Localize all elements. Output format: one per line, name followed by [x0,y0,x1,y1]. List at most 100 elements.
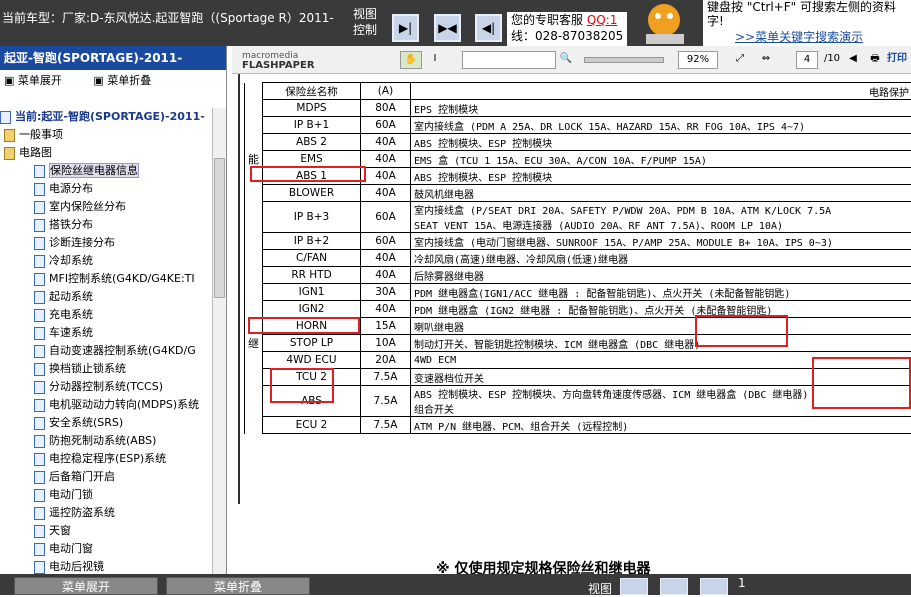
menu-item-label: 自动变速器控制系统(G4KD/G [49,344,196,357]
amp-cell: 30A [361,284,411,301]
text-select-icon[interactable]: I [428,51,442,69]
hand-tool-icon[interactable]: ✋ [400,51,422,69]
name-cell: ECU 2 [263,417,361,434]
page-number-field[interactable]: 4 [796,51,818,69]
find-input[interactable] [462,51,556,69]
menu-item[interactable]: 电源分布 [0,180,212,198]
highlight-stop-lp [248,317,360,334]
fit-width-icon[interactable]: ⤢ [732,51,748,69]
menu-item-label: 诊断连接分布 [49,236,115,249]
desc-cell: 室内接线盒 (PDM A 25A、DR LOCK 15A、HAZARD 15A、… [414,122,805,133]
name-cell: IP B+3 [263,202,361,233]
menu-item-label: 分动器控制系统(TCCS) [49,380,163,393]
bottom-expand-button[interactable]: 菜单展开 [14,577,158,595]
amp-cell: 10A [361,335,411,352]
menu-item[interactable]: MFI控制系统(G4KD/G4KE:TI [0,270,212,288]
document-icon [34,183,45,196]
sidebar-scrollbar[interactable] [212,108,226,574]
last-page-button[interactable]: ▶| [392,14,419,42]
highlight-dbc-relay-1 [695,315,788,347]
menu-item[interactable]: 自动变速器控制系统(G4KD/G [0,342,212,360]
document-icon [0,111,11,124]
header-desc: 电路保护 [411,83,911,100]
highlight-dbc-relay-2 [812,357,911,409]
fit-page-icon[interactable]: ⇔ [758,51,774,69]
menu-item[interactable]: 诊断连接分布 [0,234,212,252]
bottom-first-button[interactable] [700,578,728,595]
menu-item[interactable]: 遥控防盗系统 [0,504,212,522]
document-icon [34,327,45,340]
bottom-collapse-button[interactable]: 菜单折叠 [166,577,310,595]
desc-cell: PDM 继电器盒(IGN1/ACC 继电器 : 配备智能钥匙)、点火开关 (未配… [414,289,790,300]
menu-item[interactable]: 搭铁分布 [0,216,212,234]
expand-menu-link[interactable]: ▣ 菜单展开 [4,74,76,87]
menu-item[interactable]: 电动后视镜 [0,558,212,574]
document-icon [34,453,45,466]
qq-link[interactable]: QQ:1 [587,13,618,27]
menu-item[interactable]: 后备箱门开启 [0,468,212,486]
scroll-thumb[interactable] [214,158,225,298]
menu-item-label: 保险丝继电器信息 [49,163,139,178]
page-total: /10 [820,51,844,69]
amp-cell: 7.5A [361,369,411,386]
prev-page-icon[interactable]: ◀ [846,51,860,69]
header-amp: (A) [361,83,411,100]
zoom-slider[interactable] [584,57,664,63]
desc-cell: 制动灯开关、智能钥匙控制模块、ICM 继电器盒 (DBC 继电器) [414,340,700,351]
menu-item[interactable]: 电动门窗 [0,540,212,558]
menu-item[interactable]: 电路图 [0,144,212,162]
bottom-bar: 菜单展开 菜单折叠 视图 1 [0,574,911,595]
menu-item[interactable]: 防抱死制动系统(ABS) [0,432,212,450]
menu-item[interactable]: 保险丝继电器信息 [0,162,212,180]
print-button[interactable]: 打印 [884,51,910,69]
bottom-last-button[interactable] [620,578,648,595]
zoom-field[interactable]: 92% [678,51,718,69]
search-demo-link[interactable]: >>菜单关键字搜索演示 [735,30,907,44]
menu-item[interactable]: 分动器控制系统(TCCS) [0,378,212,396]
menu-item-label: 电源分布 [49,182,93,195]
document-icon [34,237,45,250]
menu-item[interactable]: 电动门锁 [0,486,212,504]
menu-item[interactable]: 天窗 [0,522,212,540]
menu-item-label: 电动门窗 [49,542,93,555]
fit-page-button[interactable]: ▶◀ [434,14,461,42]
menu-item-label: 室内保险丝分布 [49,200,126,213]
desc-cell: EMS 盒 (TCU 1 15A、ECU 30A、A/CON 10A、F/PUM… [414,156,707,167]
menu-item[interactable]: 安全系统(SRS) [0,414,212,432]
name-cell: IP B+2 [263,233,361,250]
amp-cell: 60A [361,117,411,134]
menu-item[interactable]: 换档锁止锁系统 [0,360,212,378]
menu-item[interactable]: 一般事项 [0,126,212,144]
menu-item[interactable]: 冷却系统 [0,252,212,270]
folder-icon [4,129,15,142]
table-row: IP B+360A室内接线盒 (P/SEAT DRI 20A、SAFETY P/… [245,202,911,233]
amp-cell: 40A [361,168,411,185]
name-cell: BLOWER [263,185,361,202]
desc-cell: 冷却风扇(高速)继电器、冷却风扇(低速)继电器 [414,255,628,266]
document-icon [34,219,45,232]
menu-item[interactable]: 室内保险丝分布 [0,198,212,216]
menu-item-label: 车速系统 [49,326,93,339]
amp-cell: 60A [361,233,411,250]
table-row: BLOWER40A鼓风机继电器 [245,185,911,202]
search-icon[interactable]: 🔍 [558,51,574,69]
bottom-fit-button[interactable] [660,578,688,595]
menu-item[interactable]: 电机驱动动力转向(MDPS)系统 [0,396,212,414]
menu-item-label: 天窗 [49,524,71,537]
name-cell: RR HTD [263,267,361,284]
menu-item[interactable]: 电控稳定程序(ESP)系统 [0,450,212,468]
amp-cell: 7.5A [361,417,411,434]
print-icon[interactable]: 🖶 [868,51,882,69]
menu-item[interactable]: 车速系统 [0,324,212,342]
menu-item[interactable]: 充电系统 [0,306,212,324]
desc-cell: ABS 控制模块、ESP 控制模块 [414,139,552,150]
menu-item[interactable]: 起动系统 [0,288,212,306]
amp-cell: 60A [361,202,411,233]
name-cell: ABS 2 [263,134,361,151]
table-row: ECU 27.5AATM P/N 继电器、PCM、组合开关 (远程控制) [245,417,911,434]
first-page-button[interactable]: ◀| [475,14,502,42]
current-node[interactable]: 当前:起亚-智跑(SPORTAGE)-2011- [0,108,212,126]
mascot-icon [628,0,702,46]
desc-cell: 后除雾器继电器 [414,272,484,283]
collapse-menu-link[interactable]: ▣ 菜单折叠 [93,74,165,87]
